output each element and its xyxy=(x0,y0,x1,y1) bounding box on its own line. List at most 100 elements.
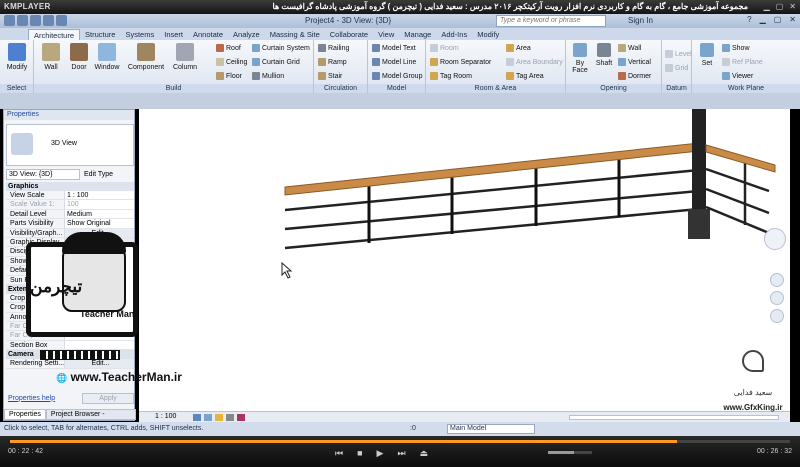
properties-help-link[interactable]: Properties help xyxy=(6,395,55,402)
stair-button[interactable]: Stair xyxy=(318,72,342,80)
ramp-button[interactable]: Ramp xyxy=(318,58,347,66)
tab-insert[interactable]: Insert xyxy=(159,29,188,40)
property-value[interactable]: Show Original xyxy=(64,219,134,228)
model-line-button[interactable]: Model Line xyxy=(372,58,416,66)
model-text-button[interactable]: Model Text xyxy=(372,44,416,52)
window-button[interactable]: Window xyxy=(92,43,122,71)
active-model-select[interactable]: Main Model xyxy=(447,424,535,434)
by-face-button[interactable]: By Face xyxy=(568,43,592,74)
minimize-icon[interactable]: ▁ xyxy=(764,2,770,11)
horizontal-scrollbar[interactable] xyxy=(569,415,779,420)
dormer-button[interactable]: Dormer xyxy=(618,72,651,80)
railing-button[interactable]: Railing xyxy=(318,44,349,52)
tab-add-ins[interactable]: Add-Ins xyxy=(436,29,472,40)
property-value[interactable]: Medium xyxy=(64,209,134,219)
revit-app-icon[interactable] xyxy=(4,15,15,26)
property-group-graphics[interactable]: Graphics xyxy=(6,182,134,191)
next-icon[interactable]: ⏭ xyxy=(397,448,405,459)
close-icon[interactable]: ✕ xyxy=(789,2,796,11)
component-button[interactable]: Component xyxy=(124,43,168,71)
shaft-button[interactable]: Shaft xyxy=(592,43,616,67)
view-scale[interactable]: 1 : 100 xyxy=(155,413,176,420)
ceiling-button[interactable]: Ceiling xyxy=(216,58,247,66)
ref-plane-button[interactable]: Ref Plane xyxy=(722,58,763,66)
modify-button[interactable]: Modify xyxy=(2,43,32,71)
room-button[interactable]: Room xyxy=(430,44,459,52)
wall-button[interactable]: Wall xyxy=(36,43,66,71)
opening-panel: By Face Shaft Wall Vertical Dormer Openi… xyxy=(566,40,662,93)
save-icon[interactable] xyxy=(30,15,41,26)
maximize-icon[interactable]: ▢ xyxy=(776,2,784,11)
visual-style-icon[interactable] xyxy=(204,414,212,421)
tab-analyze[interactable]: Analyze xyxy=(228,29,265,40)
tab-collaborate[interactable]: Collaborate xyxy=(325,29,373,40)
tab-systems[interactable]: Systems xyxy=(120,29,159,40)
door-button[interactable]: Door xyxy=(64,43,94,71)
tab-modify[interactable]: Modify xyxy=(472,29,504,40)
show-work-plane-button[interactable]: Show xyxy=(722,44,750,52)
eject-icon[interactable]: ⏏ xyxy=(420,448,429,459)
tab-annotate[interactable]: Annotate xyxy=(188,29,228,40)
help-icon[interactable]: ? xyxy=(747,15,751,24)
tag-area-button[interactable]: Tag Area xyxy=(506,72,544,80)
shaft-icon xyxy=(597,43,611,57)
tab-manage[interactable]: Manage xyxy=(399,29,436,40)
prev-icon[interactable]: ⏮ xyxy=(335,448,343,459)
tag-room-button[interactable]: Tag Room xyxy=(430,72,472,80)
redo-icon[interactable] xyxy=(56,15,67,26)
stop-icon[interactable]: ■ xyxy=(357,448,362,459)
room-area-panel-label[interactable]: Room & Area xyxy=(426,84,565,93)
volume-level xyxy=(548,451,575,454)
search-input[interactable]: Type a keyword or phrase xyxy=(496,15,606,27)
shadows-icon[interactable] xyxy=(226,414,234,421)
model-group-button[interactable]: Model Group xyxy=(372,72,422,80)
edit-type-button[interactable]: Edit Type xyxy=(84,171,113,178)
3d-viewport[interactable] xyxy=(139,109,790,411)
revit-minimize-icon[interactable]: ▁ xyxy=(760,15,766,24)
level-button[interactable]: Level xyxy=(665,50,692,58)
grid-button[interactable]: Grid xyxy=(665,64,688,72)
volume-slider[interactable] xyxy=(548,451,592,454)
tab-structure[interactable]: Structure xyxy=(80,29,120,40)
sun-path-icon[interactable] xyxy=(215,414,223,421)
orbit-icon[interactable] xyxy=(770,309,784,323)
viewcube[interactable] xyxy=(764,228,786,250)
zoom-icon[interactable] xyxy=(770,291,784,305)
detail-level-icon[interactable] xyxy=(193,414,201,421)
apply-button[interactable]: Apply xyxy=(82,392,134,404)
area-button[interactable]: Area xyxy=(506,44,531,52)
select-panel-label[interactable]: Select xyxy=(0,84,33,93)
area-boundary-button[interactable]: Area Boundary xyxy=(506,58,563,66)
crop-icon[interactable] xyxy=(237,414,245,421)
tab-massing-site[interactable]: Massing & Site xyxy=(265,29,325,40)
view-instance-select[interactable]: 3D View: {3D} xyxy=(6,168,80,180)
seek-bar[interactable] xyxy=(10,440,790,443)
area-icon xyxy=(506,44,514,52)
mullion-button[interactable]: Mullion xyxy=(252,72,284,80)
roof-button[interactable]: Roof xyxy=(216,44,241,52)
steering-wheel-icon[interactable] xyxy=(770,273,784,287)
tab-properties[interactable]: Properties xyxy=(4,409,46,420)
vertical-opening-button[interactable]: Vertical xyxy=(618,58,651,66)
type-selector[interactable]: 3D View xyxy=(6,124,134,166)
sign-in-button[interactable]: Sign In xyxy=(628,16,653,25)
railing-icon xyxy=(318,44,326,52)
curtain-grid-button[interactable]: Curtain Grid xyxy=(252,58,300,66)
open-icon[interactable] xyxy=(17,15,28,26)
revit-close-icon[interactable]: ✕ xyxy=(789,15,796,24)
curtain-system-button[interactable]: Curtain System xyxy=(252,44,310,52)
undo-icon[interactable] xyxy=(43,15,54,26)
property-value[interactable]: 1 : 100 xyxy=(64,191,134,200)
floor-button[interactable]: Floor xyxy=(216,72,242,80)
wall-opening-button[interactable]: Wall xyxy=(618,44,641,52)
property-value[interactable]: 100 xyxy=(64,200,134,209)
set-work-plane-button[interactable]: Set xyxy=(694,43,720,67)
tab-view[interactable]: View xyxy=(373,29,399,40)
revit-maximize-icon[interactable]: ▢ xyxy=(774,15,782,24)
tab-architecture[interactable]: Architecture xyxy=(28,29,81,40)
tab-project-browser[interactable]: Project Browser - Project1 xyxy=(45,409,136,428)
play-icon[interactable]: ▶ xyxy=(377,448,384,459)
room-separator-button[interactable]: Room Separator xyxy=(430,58,491,66)
viewer-button[interactable]: Viewer xyxy=(722,72,753,80)
column-button[interactable]: Column xyxy=(170,43,200,71)
